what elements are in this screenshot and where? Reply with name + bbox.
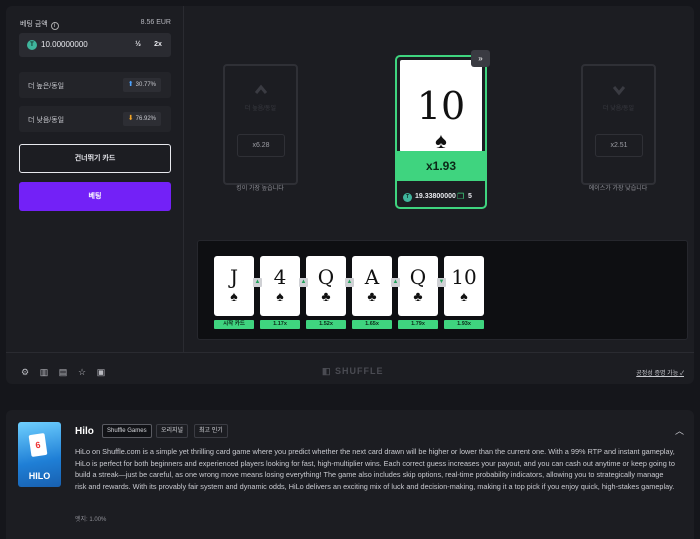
higher-label: 더 높은/동일 (28, 83, 65, 90)
tag-provider[interactable]: Shuffle Games (102, 424, 152, 438)
game-title: Hilo (75, 426, 94, 437)
history-card-label: 1.79x (398, 320, 438, 329)
higher-caption: 킹이 가장 높습니다 (236, 186, 284, 192)
spade-icon: ♠ (435, 128, 447, 153)
bet-amount-value[interactable]: 10.00000000 (41, 40, 88, 49)
current-card-rank: 10 (416, 84, 466, 128)
arrow-down-icon: ▼ (437, 278, 446, 287)
history-card-suit: ♠ (276, 288, 284, 304)
game-thumbnail: 6 HILO (18, 422, 61, 487)
chevron-up-icon (255, 84, 267, 94)
history-card: Q ♣ (398, 256, 438, 316)
half-button[interactable]: ½ (129, 37, 147, 53)
card-count: 5 (468, 193, 472, 200)
history-card-rank: J (229, 265, 239, 289)
history-card: J ♠ (214, 256, 254, 316)
history-card: 4 ♠ (260, 256, 300, 316)
higher-option[interactable]: 더 높은/동일 ⬆ 30.77% (19, 72, 171, 98)
skip-card-button[interactable]: 건너뛰기 카드 (19, 144, 171, 173)
bet-sidebar: 베팅 금액 i 8.56 EUR T 10.00000000 ½ 2x 더 높은/… (6, 6, 184, 352)
stats-icon[interactable]: ▤ (58, 367, 68, 377)
arrow-down-icon: ⬇ (127, 115, 134, 122)
arrow-up-icon: ▲ (345, 278, 354, 287)
higher-multiplier: x6.28 (237, 134, 285, 157)
chevron-down-icon (613, 86, 625, 96)
history-card-label: 1.17x (260, 320, 300, 329)
lower-probability: ⬇ 76.92% (122, 112, 161, 126)
lower-ghost-card[interactable]: 더 낮음/동일 x2.51 (581, 64, 656, 185)
history-card: A ♣ (352, 256, 392, 316)
theatre-mode-icon[interactable]: ▥ (39, 367, 49, 377)
house-edge: 엣지: 1.00% (75, 517, 107, 523)
double-button[interactable]: 2x (149, 37, 167, 53)
bet-amount-input[interactable]: T 10.00000000 ½ 2x (19, 33, 171, 57)
coin-icon: T (27, 40, 37, 50)
history-card: 10 ♠ (444, 256, 484, 316)
history-card-label: 시작 카드 (214, 320, 254, 329)
arrow-up-icon: ▲ (299, 278, 308, 287)
current-multiplier: x1.93 (397, 151, 485, 181)
history-card-rank: A (364, 265, 380, 289)
history-card-label: 1.65x (352, 320, 392, 329)
shuffle-logo: ◧ SHUFFLE (322, 366, 384, 376)
star-icon[interactable]: ☆ (77, 367, 87, 377)
history-card-rank: Q (409, 265, 427, 289)
history-card-rank: 10 (451, 265, 477, 289)
higher-ghost-text: 더 높음/동일 (245, 106, 276, 112)
card-history: J ♠ 시작 카드 4 ♠ 1.17x ▲ Q ♣ 1.52x ▲ A ♣ 1.65x ▲ Q ♣ 1.79x ▲ 1… (197, 240, 688, 340)
tag-original[interactable]: 오리지널 (156, 424, 189, 438)
thumbnail-title: HILO (28, 471, 51, 481)
game-info-panel: 6 HILO Hilo Shuffle Games 오리지널 최고 인기 ︿ H… (6, 410, 694, 539)
current-payout: 19.33800000 (415, 193, 456, 200)
history-card: Q ♣ (306, 256, 346, 316)
history-card-suit: ♠ (460, 288, 468, 304)
current-card-face: 10 ♠ (400, 60, 482, 152)
current-card: 10 ♠ x1.93 T 19.33800000 ❐ 5 (395, 55, 487, 209)
briefcase-icon[interactable]: ▣ (96, 367, 106, 377)
bet-amount-label: 베팅 금액 i (20, 19, 59, 30)
higher-ghost-card[interactable]: 더 높음/동일 x6.28 (223, 64, 298, 185)
lower-caption: 에이스가 가장 낮습니다 (588, 186, 648, 192)
history-card-rank: Q (317, 265, 335, 289)
game-toolbar: ⚙ ▥ ▤ ☆ ▣ ◧ SHUFFLE 공정성 증명 가능 ✓ (6, 352, 694, 384)
arrow-up-icon: ▲ (253, 278, 262, 287)
provably-fair-link[interactable]: 공정성 증명 가능 ✓ (636, 368, 684, 377)
gear-icon[interactable]: ⚙ (20, 367, 30, 377)
higher-probability: ⬆ 30.77% (122, 78, 161, 92)
lower-multiplier: x2.51 (595, 134, 643, 157)
coin-icon: T (403, 193, 412, 202)
cards-icon: ❐ (457, 192, 465, 201)
info-icon[interactable]: i (50, 22, 59, 30)
history-card-label: 1.93x (444, 320, 484, 329)
game-panel: 베팅 금액 i 8.56 EUR T 10.00000000 ½ 2x 더 높은/… (6, 6, 694, 384)
history-card-suit: ♠ (230, 288, 238, 304)
game-description: HiLo on Shuffle.com is a simple yet thri… (75, 447, 675, 491)
lower-option[interactable]: 더 낮음/동일 ⬇ 76.92% (19, 106, 171, 132)
arrow-up-icon: ⬆ (127, 81, 134, 88)
history-card-rank: 4 (273, 265, 287, 289)
arrow-up-icon: ▲ (391, 278, 400, 287)
lower-label: 더 낮음/동일 (28, 117, 65, 124)
bet-button[interactable]: 베팅 (19, 182, 171, 211)
lower-ghost-text: 더 낮음/동일 (603, 106, 634, 112)
history-card-suit: ♣ (321, 288, 331, 304)
thumbnail-card: 6 (28, 432, 48, 458)
fast-forward-icon[interactable]: » (471, 50, 490, 67)
history-card-label: 1.52x (306, 320, 346, 329)
history-card-suit: ♣ (413, 288, 423, 304)
tag-popular[interactable]: 최고 인기 (194, 424, 228, 438)
app: 베팅 금액 i 8.56 EUR T 10.00000000 ½ 2x 더 높은/… (0, 0, 700, 539)
history-card-suit: ♣ (367, 288, 377, 304)
chevron-up-icon[interactable]: ︿ (675, 424, 684, 437)
bet-eur-value: 8.56 EUR (140, 19, 171, 26)
